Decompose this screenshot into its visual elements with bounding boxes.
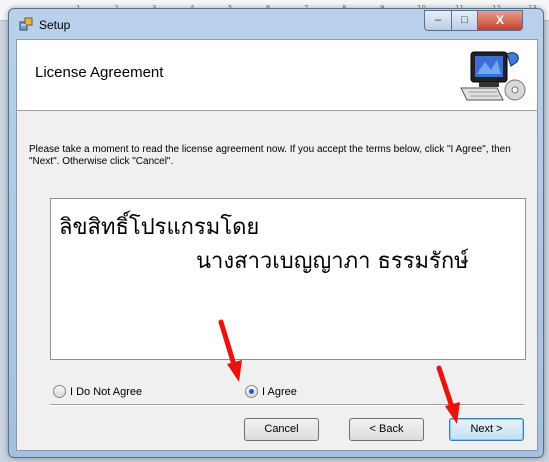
dialog-client-area: License Agreement Please take a moment t…	[16, 39, 538, 451]
setup-window: Setup – □ X License Agreement Please tak…	[8, 8, 544, 458]
computer-install-icon	[460, 51, 526, 101]
maximize-button[interactable]: □	[451, 10, 478, 31]
title-bar[interactable]: Setup – □ X	[9, 9, 543, 39]
instructions-text: Please take a moment to read the license…	[29, 144, 511, 167]
license-line-2: นางสาวเบญญาภา ธรรมรักษ์	[196, 249, 469, 274]
agree-label[interactable]: I Agree	[262, 386, 297, 398]
agree-radio[interactable]: I Agree	[245, 385, 297, 398]
minimize-icon: –	[434, 14, 442, 26]
license-line-1: ลิขสิทธิ์โปรแกรมโดย	[59, 215, 260, 240]
minimize-button[interactable]: –	[424, 10, 452, 31]
disagree-radio[interactable]: I Do Not Agree	[53, 385, 142, 398]
radio-circle-icon[interactable]	[53, 385, 66, 398]
disagree-label[interactable]: I Do Not Agree	[70, 386, 142, 398]
setup-app-icon	[19, 17, 33, 31]
maximize-icon: □	[461, 14, 468, 26]
wizard-header: License Agreement	[17, 40, 537, 111]
license-text-box[interactable]: ลิขสิทธิ์โปรแกรมโดย นางสาวเบญญาภา ธรรมรั…	[50, 198, 526, 360]
close-button[interactable]: X	[477, 10, 523, 31]
back-button[interactable]: < Back	[349, 418, 424, 441]
divider	[50, 404, 524, 406]
radio-selected-icon[interactable]	[245, 385, 258, 398]
next-button[interactable]: Next >	[449, 418, 524, 441]
close-icon: X	[495, 13, 504, 27]
page-title: License Agreement	[35, 64, 164, 81]
window-title: Setup	[39, 18, 71, 32]
cancel-button[interactable]: Cancel	[244, 418, 319, 441]
